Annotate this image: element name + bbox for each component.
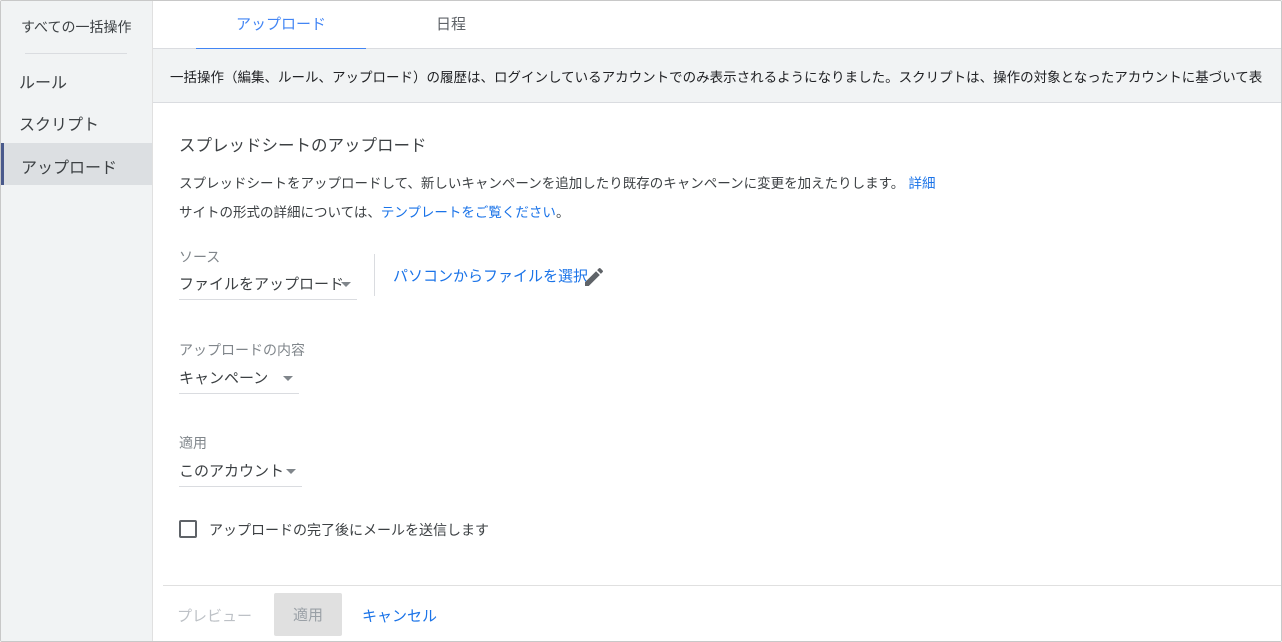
sidebar-divider [25,53,127,54]
sidebar: すべての一括操作 ルール スクリプト アップロード [1,1,153,641]
apply-to-label: 適用 [179,436,207,452]
details-link[interactable]: 詳細 [909,176,936,192]
choose-file-link[interactable]: パソコンからファイルを選択 [393,265,588,286]
sidebar-item-scripts[interactable]: スクリプト [1,100,152,142]
description-text: スプレッドシートをアップロードして、新しいキャンペーンを追加したり既存のキャンペ… [179,176,905,192]
description-prefix: サイトの形式の詳細については、 [179,205,381,221]
tab-schedule[interactable]: 日程 [381,1,521,49]
description-line-2: サイトの形式の詳細については、テンプレートをご覧ください。 [179,201,569,221]
tab-upload[interactable]: アップロード [196,1,366,50]
upload-content-select[interactable]: キャンペーン [179,364,299,394]
dropdown-caret-icon [286,469,296,474]
email-checkbox-label[interactable]: アップロードの完了後にメールを送信します [209,520,489,540]
description-line-1: スプレッドシートをアップロードして、新しいキャンペーンを追加したり既存のキャンペ… [179,172,936,192]
source-select[interactable]: ファイルをアップロード [179,270,357,300]
apply-to-select[interactable]: このアカウント [179,457,302,487]
email-checkbox[interactable] [179,520,197,538]
app-window: すべての一括操作 ルール スクリプト アップロード アップロード 日程 一括操作… [0,0,1282,642]
sidebar-item-uploads[interactable]: アップロード [1,143,152,185]
template-link[interactable]: テンプレートをご覧ください [381,205,556,221]
upload-content-value: キャンペーン [179,369,269,387]
info-banner: 一括操作（編集、ルール、アップロード）の履歴は、ログインしているアカウントでのみ… [153,49,1281,103]
source-value: ファイルをアップロード [179,275,345,293]
footer-divider [163,585,1281,586]
source-label: ソース [179,250,221,266]
apply-button[interactable]: 適用 [274,593,342,636]
page-title: スプレッドシートのアップロード [179,136,427,155]
dropdown-caret-icon [341,282,351,287]
pencil-icon[interactable] [582,265,606,289]
sidebar-item-rules[interactable]: ルール [1,58,152,100]
dropdown-caret-icon [283,376,293,381]
cancel-button[interactable]: キャンセル [362,594,437,636]
apply-to-value: このアカウント [179,462,285,480]
upload-content-label: アップロードの内容 [179,343,305,359]
sidebar-header: すべての一括操作 [21,20,132,36]
upload-panel: スプレッドシートのアップロード スプレッドシートをアップロードして、新しいキャン… [153,104,1281,641]
preview-button[interactable]: プレビュー [177,594,252,636]
vertical-divider [374,254,375,296]
tab-bar: アップロード 日程 [153,1,1281,50]
description-suffix: 。 [555,205,570,221]
